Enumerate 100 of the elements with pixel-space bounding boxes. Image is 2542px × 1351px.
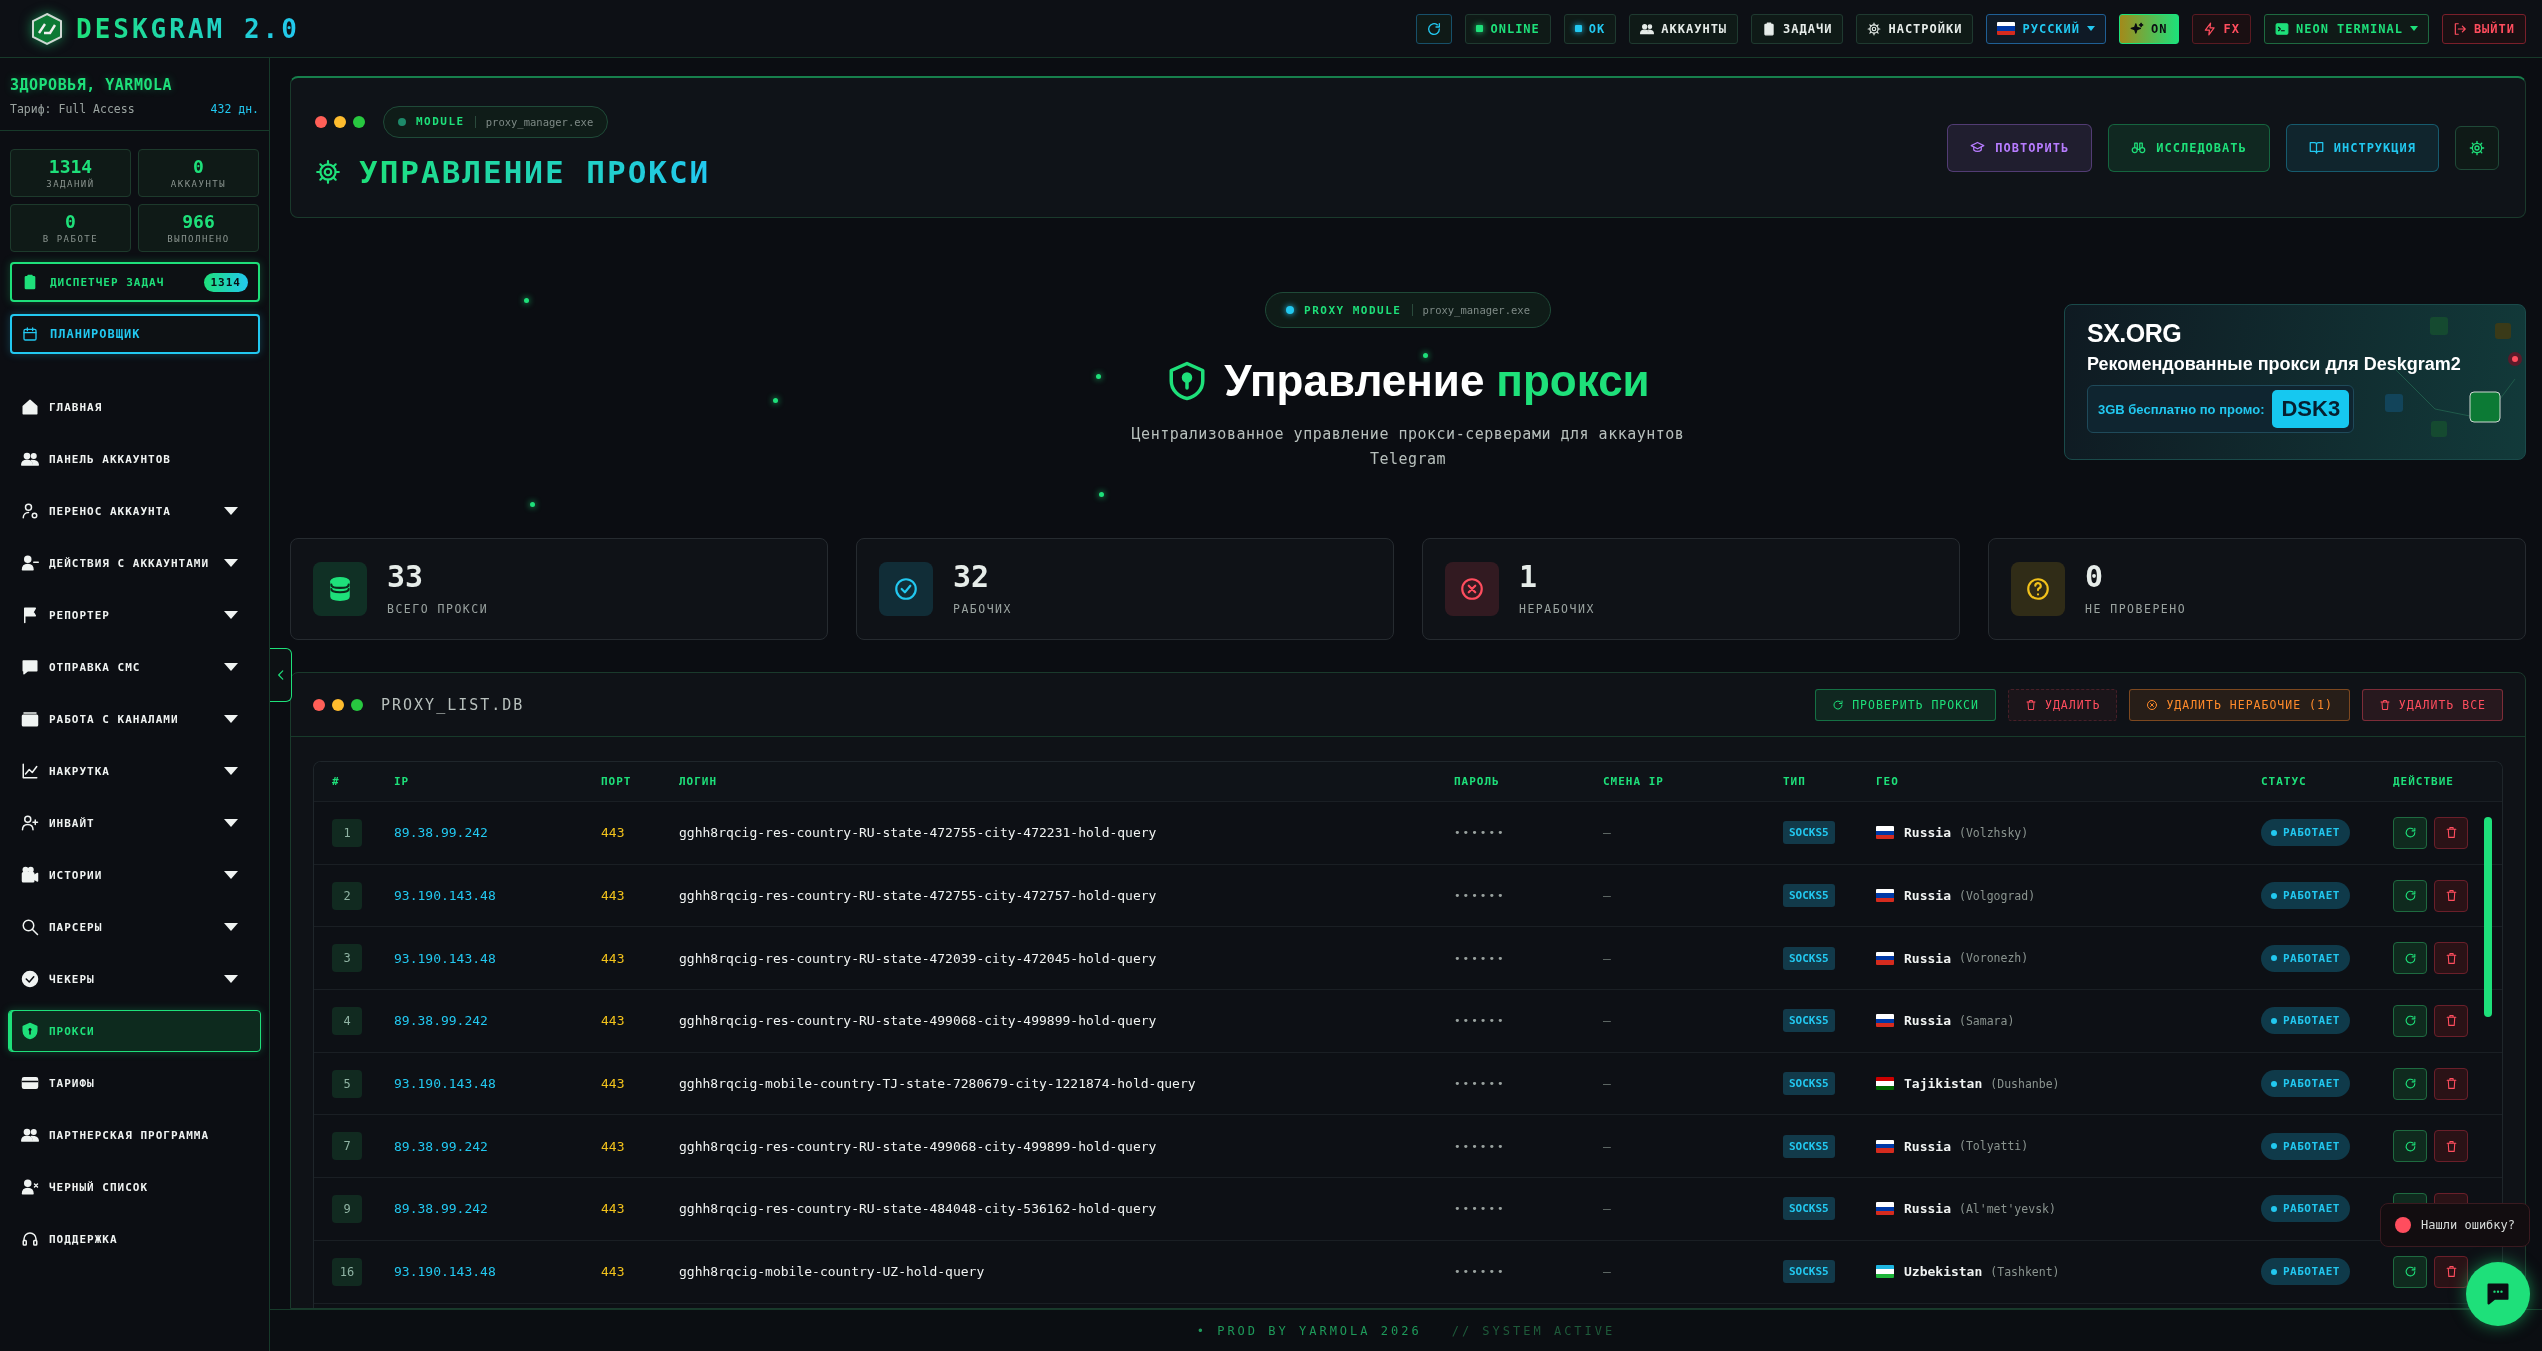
- delete-button[interactable]: [2434, 879, 2468, 912]
- country-name: Russia: [1904, 950, 1951, 966]
- status-indicator: OK: [1563, 13, 1617, 44]
- recheck-button[interactable]: [2393, 1255, 2427, 1288]
- ip-address[interactable]: 89.38.99.242: [394, 1138, 488, 1154]
- refresh-icon: [2403, 826, 2417, 840]
- refresh-icon: [2403, 889, 2417, 903]
- sidebar-item[interactable]: ДЕЙСТВИЯ С АККАУНТАМИ: [8, 542, 261, 584]
- status-dot: [1286, 306, 1294, 314]
- status-badge: РАБОТАЕТ: [2261, 1070, 2350, 1098]
- days-remaining: 432 дн.: [210, 102, 259, 116]
- lightning-icon: [2202, 21, 2217, 36]
- logout-button[interactable]: ВЫЙТИ: [2441, 13, 2526, 44]
- sidebar-item[interactable]: ПАРТНЕРСКАЯ ПРОГРАММА: [8, 1114, 261, 1156]
- language-dropdown[interactable]: РУССКИЙ: [1986, 13, 2107, 44]
- collapse-handle[interactable]: [270, 648, 292, 702]
- settings-button[interactable]: [2455, 125, 2499, 170]
- sidebar-item[interactable]: ГЛАВНАЯ: [8, 386, 261, 428]
- window-dot: [315, 115, 327, 128]
- login-cell: gghh8rqcig-mobile-country-UZ-hold-query: [679, 1264, 985, 1280]
- status-badge: РАБОТАЕТ: [2261, 1258, 2350, 1286]
- ip-address[interactable]: 93.190.143.48: [394, 1076, 496, 1092]
- fx-button[interactable]: FX: [2191, 13, 2251, 44]
- theme-dropdown[interactable]: NEON TERMINAL: [2263, 13, 2429, 44]
- column-header: #: [332, 775, 341, 788]
- sidebar-item[interactable]: ТАРИФЫ: [8, 1062, 261, 1104]
- stat-value: 32: [953, 562, 991, 592]
- trash-icon: [2444, 1077, 2458, 1091]
- delete-button[interactable]: [2434, 1130, 2468, 1163]
- column-header: ДЕЙСТВИЕ: [2393, 775, 2455, 788]
- window-dot: [313, 698, 325, 711]
- type-tag: SOCKS5: [1783, 946, 1835, 970]
- toolbar-button[interactable]: УДАЛИТЬ НЕРАБОЧИЕ (1): [2129, 688, 2350, 721]
- recheck-button[interactable]: [2393, 1067, 2427, 1100]
- binoculars-icon: [2131, 140, 2147, 155]
- toolbar-button[interactable]: УДАЛИТЬ ВСЕ: [2361, 688, 2503, 721]
- recheck-button[interactable]: [2393, 1004, 2427, 1037]
- city-name: (Tolyatti): [1958, 1139, 2029, 1154]
- module-file: proxy_manager.exe: [1411, 304, 1530, 316]
- header-button[interactable]: ИССЛЕДОВАТЬ: [2108, 123, 2270, 172]
- count-badge: 1314: [203, 272, 248, 292]
- sidebar-item[interactable]: ПАНЕЛЬ АККАУНТОВ: [8, 438, 261, 480]
- ip-address[interactable]: 89.38.99.242: [394, 1013, 488, 1029]
- header-button[interactable]: ПОВТОРИТЬ: [1947, 123, 2093, 172]
- logout-icon: [2452, 21, 2467, 36]
- nav-button[interactable]: ЗАДАЧИ: [1751, 13, 1844, 44]
- delete-button[interactable]: [2434, 942, 2468, 975]
- effects-toggle[interactable]: ON: [2119, 13, 2179, 44]
- refresh-button[interactable]: [1416, 13, 1453, 44]
- recheck-button[interactable]: [2393, 816, 2427, 849]
- toolbar-button[interactable]: ПРОВЕРИТЬ ПРОКСИ: [1815, 688, 1996, 721]
- ip-address[interactable]: 89.38.99.242: [394, 825, 488, 841]
- delete-button[interactable]: [2434, 1004, 2468, 1037]
- scheduler-button[interactable]: ПЛАНИРОВЩИК: [10, 314, 260, 354]
- folder-icon: [21, 710, 39, 728]
- header-button[interactable]: ИНСТРУКЦИЯ: [2285, 123, 2439, 172]
- sidebar-item[interactable]: ПРОКСИ: [8, 1010, 261, 1052]
- delete-button[interactable]: [2434, 816, 2468, 849]
- login-cell: gghh8rqcig-res-country-RU-state-499068-city-499899-hold-query: [679, 1013, 1157, 1029]
- promo-banner[interactable]: SX.ORG Рекомендованные прокси для Deskgram2 3GB бесплатно по промо: DSK3: [2064, 304, 2526, 460]
- sidebar-item[interactable]: ЧЕКЕРЫ: [8, 958, 261, 1000]
- bug-report-toast[interactable]: Нашли ошибку?: [2380, 1203, 2530, 1247]
- sparkle-icon: [2130, 21, 2145, 36]
- delete-button[interactable]: [2434, 1255, 2468, 1288]
- column-header: IP: [394, 775, 411, 788]
- sidebar-item[interactable]: РАБОТА С КАНАЛАМИ: [8, 698, 261, 740]
- module-file: proxy_manager.exe: [474, 115, 594, 128]
- task-manager-button[interactable]: ДИСПЕТЧЕР ЗАДАЧ 1314: [10, 262, 260, 302]
- sidebar-item[interactable]: ИСТОРИИ: [8, 854, 261, 896]
- sidebar-item[interactable]: ИНВАЙТ: [8, 802, 261, 844]
- sidebar-item[interactable]: НАКРУТКА: [8, 750, 261, 792]
- ip-address[interactable]: 93.190.143.48: [394, 950, 496, 966]
- refresh-icon: [2403, 1139, 2417, 1153]
- port-cell: 443: [601, 1138, 625, 1154]
- sidebar-item[interactable]: ЧЕРНЫЙ СПИСОК: [8, 1166, 261, 1208]
- login-cell: gghh8rqcig-res-country-RU-state-472039-city-472045-hold-query: [679, 950, 1157, 966]
- refresh-icon: [2403, 1014, 2417, 1028]
- ip-address[interactable]: 93.190.143.48: [394, 1264, 496, 1280]
- scrollbar[interactable]: [2484, 817, 2492, 1017]
- ip-address[interactable]: 89.38.99.242: [394, 1201, 488, 1217]
- promo-offer: 3GB бесплатно по промо:: [2098, 401, 2265, 417]
- status-badge: РАБОТАЕТ: [2261, 819, 2350, 847]
- sidebar-item[interactable]: ПОДДЕРЖКА: [8, 1218, 261, 1260]
- sidebar-item[interactable]: ОТПРАВКА СМС: [8, 646, 261, 688]
- nav-button[interactable]: АККАУНТЫ: [1629, 13, 1739, 44]
- type-tag: SOCKS5: [1783, 1134, 1835, 1158]
- recheck-button[interactable]: [2393, 942, 2427, 975]
- recheck-button[interactable]: [2393, 879, 2427, 912]
- nav-button[interactable]: НАСТРОЙКИ: [1856, 13, 1974, 44]
- sidebar-item[interactable]: ПАРСЕРЫ: [8, 906, 261, 948]
- login-cell: gghh8rqcig-mobile-country-TJ-state-7280679-city-1221874-hold-query: [679, 1076, 1196, 1092]
- headset-icon: [21, 1230, 39, 1248]
- stat-label: ЗАДАНИЙ: [46, 178, 95, 189]
- ip-address[interactable]: 93.190.143.48: [394, 888, 496, 904]
- city-name: (Volgograd): [1958, 888, 2036, 903]
- delete-button[interactable]: [2434, 1067, 2468, 1100]
- sidebar-item[interactable]: РЕПОРТЕР: [8, 594, 261, 636]
- sidebar-item[interactable]: ПЕРЕНОС АККАУНТА: [8, 490, 261, 532]
- users-icon: [1640, 21, 1655, 36]
- recheck-button[interactable]: [2393, 1130, 2427, 1163]
